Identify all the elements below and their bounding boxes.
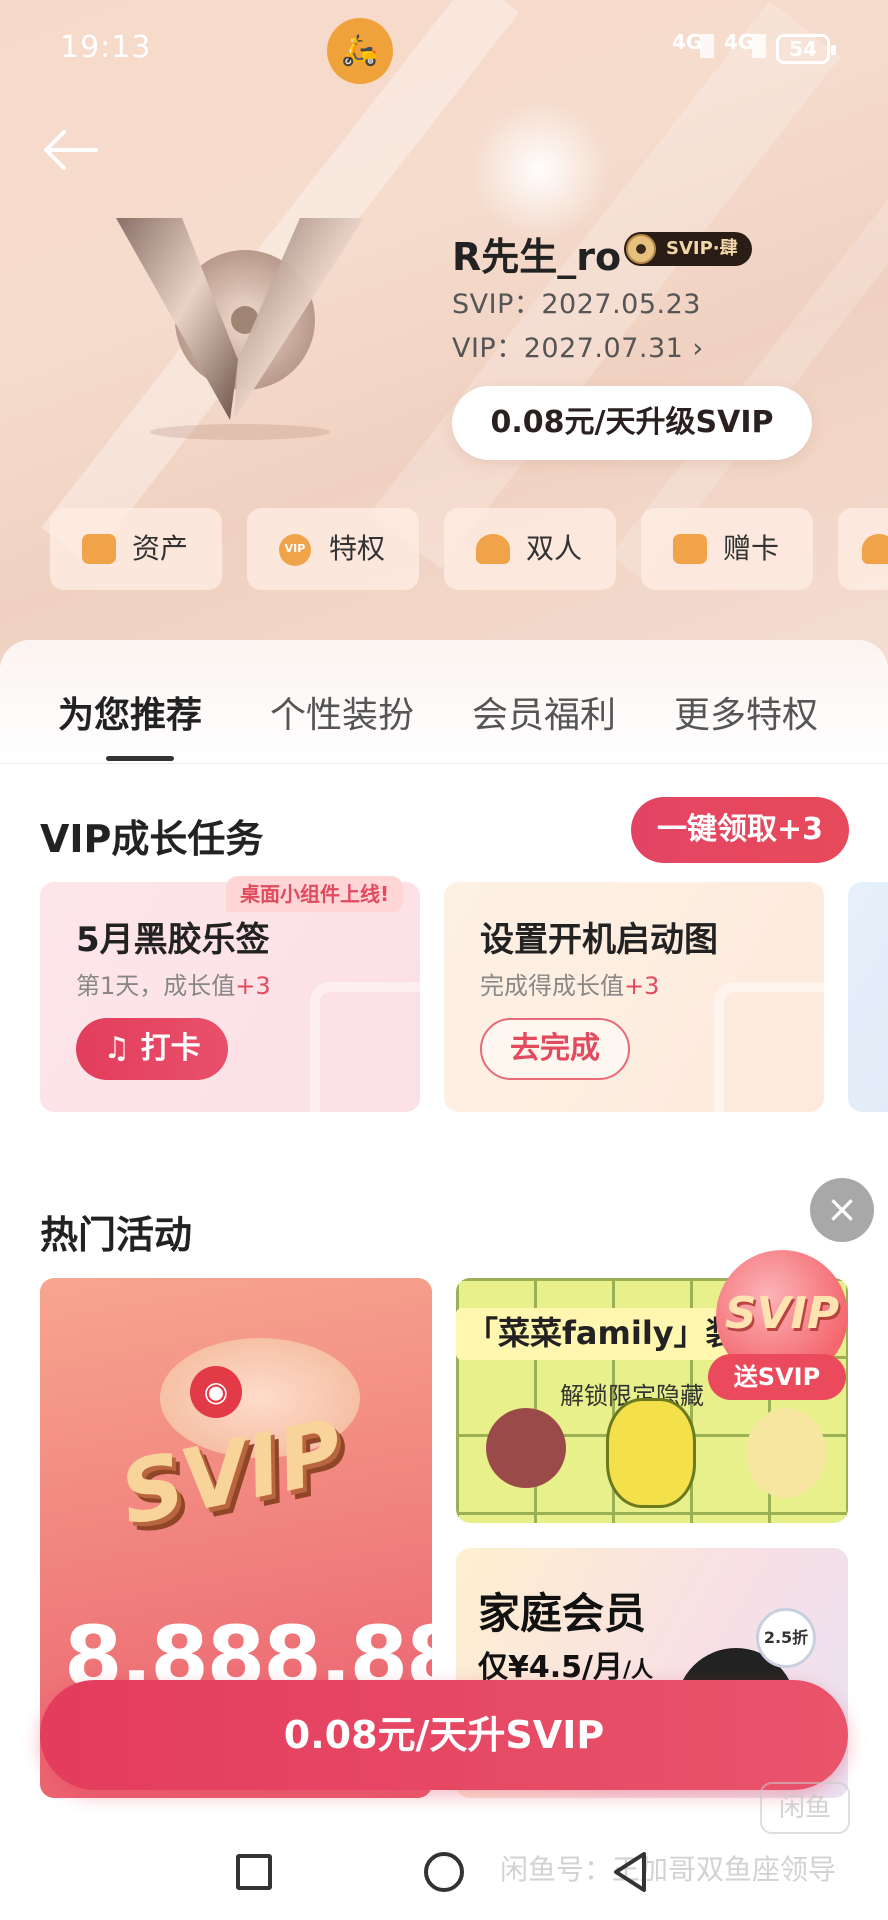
checklist-watermark-icon: [310, 982, 420, 1112]
go-complete-button[interactable]: 去完成: [480, 1018, 630, 1080]
user-name: R先生_ro: [452, 235, 622, 279]
task-card-vinyl-sign[interactable]: 5月黑胶乐签 第1天，成长值+3 ♫ 打卡: [40, 882, 420, 1112]
quick-tab-privileges[interactable]: VIP 特权: [247, 508, 419, 590]
quick-tab-label: 资产: [132, 532, 189, 565]
send-svip-tag[interactable]: 送SVIP: [708, 1354, 846, 1400]
wallet-icon: [82, 534, 116, 564]
user-icon: [862, 534, 888, 564]
gift-card-icon: [673, 534, 707, 564]
task-card-boot-image[interactable]: 设置开机启动图 完成得成长值+3 去完成: [444, 882, 824, 1112]
tab-personalize[interactable]: 个性装扮: [270, 686, 414, 738]
status-bar: 19:13 🛵 4G 4G 54: [0, 0, 888, 100]
battery-icon: 54: [776, 34, 836, 64]
music-note-icon: ♫: [103, 1031, 131, 1066]
scooter-icon: 🛵: [327, 18, 393, 84]
back-arrow-icon[interactable]: [40, 128, 100, 172]
discount-badge: 2.5折: [756, 1608, 816, 1668]
widget-launch-ribbon: 桌面小组件上线!: [226, 876, 404, 912]
svip-level-badge[interactable]: SVIP·肆: [624, 232, 752, 266]
upgrade-svip-cta-button[interactable]: 0.08元/天升SVIP: [40, 1680, 848, 1790]
quick-tab-label: 双人: [526, 532, 583, 565]
vip-expiry-link[interactable]: VIP：2027.07.31 ›: [452, 326, 704, 365]
check-in-button[interactable]: ♫ 打卡: [76, 1018, 228, 1080]
svip-expiry: SVIP：2027.05.23: [452, 289, 701, 320]
claim-all-button[interactable]: 一键领取+3: [631, 797, 849, 863]
growth-tasks-title: VIP成长任务: [40, 817, 264, 861]
vip-expiry-text: VIP：2027.07.31: [452, 333, 684, 364]
vip-icon: VIP: [279, 534, 311, 566]
xianyu-watermark-logo: 闲鱼: [760, 1782, 850, 1834]
signal-bars-icon: [698, 34, 714, 58]
svip-3d-text: SVIP: [112, 1400, 352, 1546]
image-watermark-icon: [714, 982, 824, 1112]
user-icon: [476, 534, 510, 564]
quick-tab-label: 特权: [329, 532, 386, 565]
quick-tab-assets[interactable]: 资产: [50, 508, 222, 590]
quick-tab-gift-card[interactable]: 赠卡: [641, 508, 813, 590]
task-reward: +3: [235, 972, 271, 1000]
task-desc: 第1天，成长值+3: [76, 966, 271, 1001]
quick-tab-label: 赠卡: [723, 532, 780, 565]
vinyl-icon: [626, 234, 656, 264]
recents-nav-icon[interactable]: [236, 1854, 272, 1890]
xianyu-watermark-text: 闲鱼号：王加哥双鱼座领导: [500, 1853, 837, 1886]
back-nav-icon[interactable]: [610, 1850, 650, 1894]
task-desc: 完成得成长值+3: [480, 966, 659, 1001]
task-title: 设置开机启动图: [480, 920, 718, 960]
quick-tab-duo[interactable]: 双人: [444, 508, 616, 590]
family-vip-title: 家庭会员: [478, 1589, 647, 1638]
status-time: 19:13: [60, 30, 152, 65]
tab-benefits[interactable]: 会员福利: [472, 686, 616, 738]
sweet-potato-illustration: [486, 1408, 566, 1488]
upgrade-svip-button[interactable]: 0.08元/天升级SVIP: [452, 386, 812, 460]
task-reward: +3: [624, 972, 660, 1000]
task-desc-text: 完成得成长值: [480, 972, 624, 1000]
hot-activities-title: 热门活动: [40, 1213, 193, 1257]
chevron-right-icon: ›: [692, 333, 704, 364]
home-nav-icon[interactable]: [424, 1852, 464, 1892]
flower-illustration: [746, 1408, 826, 1498]
quick-tab-more[interactable]: [838, 508, 888, 590]
close-icon[interactable]: ×: [810, 1178, 874, 1242]
signal-bars-icon: [750, 34, 766, 58]
pineapple-illustration: [606, 1398, 696, 1508]
badge-label: SVIP·肆: [666, 238, 738, 259]
tab-recommend[interactable]: 为您推荐: [58, 686, 202, 738]
active-tab-indicator: [106, 756, 174, 761]
tab-more-privileges[interactable]: 更多特权: [674, 686, 818, 738]
family-skin-headline: 「菜菜family」装: [456, 1308, 748, 1360]
task-desc-text: 第1天，成长值: [76, 972, 236, 1000]
check-in-label: 打卡: [140, 1031, 201, 1066]
light-glow: [470, 100, 610, 240]
task-card-next[interactable]: [848, 882, 888, 1112]
netease-music-icon: ◉: [190, 1366, 242, 1418]
vip-logo-icon: [116, 218, 364, 440]
task-title: 5月黑胶乐签: [76, 920, 270, 960]
